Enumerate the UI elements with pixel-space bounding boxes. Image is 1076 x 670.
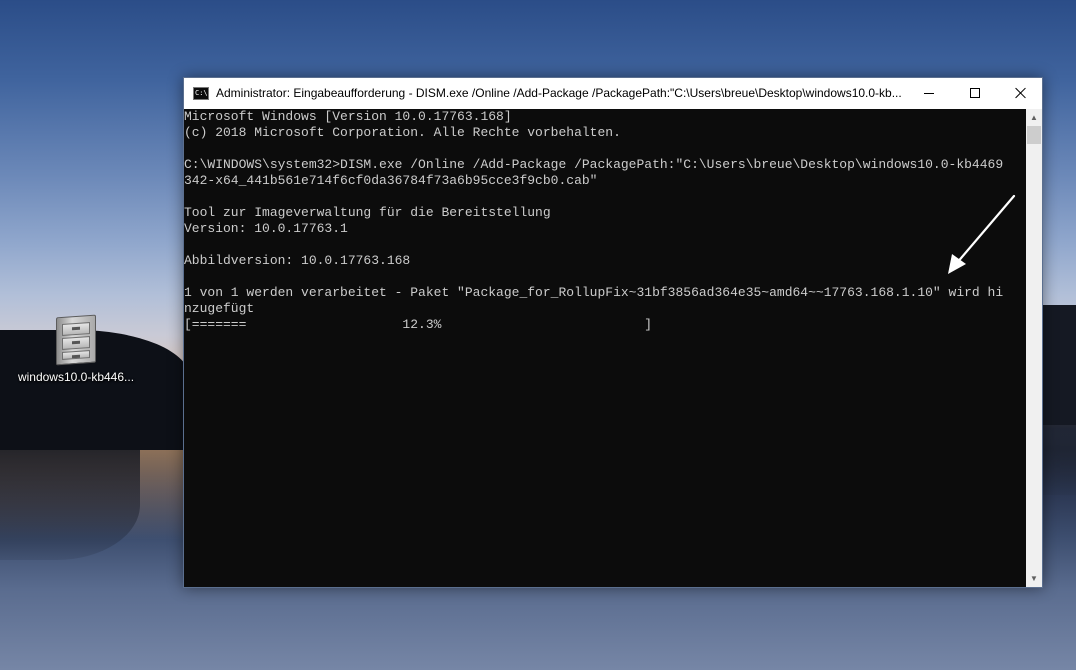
console-line: Version: 10.0.17763.1 (184, 221, 348, 236)
cabinet-drawer (62, 350, 90, 360)
treeline-left-reflection (0, 450, 140, 560)
vertical-scrollbar[interactable]: ▲ ▼ (1026, 109, 1042, 587)
close-icon (1015, 87, 1027, 99)
arrow-shaft (954, 194, 1016, 266)
close-button[interactable] (998, 78, 1044, 109)
desktop-icon-label: windows10.0-kb446... (17, 370, 135, 384)
console-output[interactable]: Microsoft Windows [Version 10.0.17763.16… (184, 109, 1026, 587)
cmd-icon[interactable]: C:\ (193, 87, 209, 100)
minimize-icon (924, 93, 934, 94)
scroll-thumb[interactable] (1027, 126, 1041, 144)
console-line: Microsoft Windows [Version 10.0.17763.16… (184, 109, 512, 124)
window-titlebar[interactable]: C:\ Administrator: Eingabeaufforderung -… (184, 78, 1042, 109)
file-cabinet-icon (56, 314, 96, 366)
desktop-icon-cab-file[interactable]: windows10.0-kb446... (14, 312, 138, 386)
console-line: Abbildversion: 10.0.17763.168 (184, 253, 411, 268)
console-line: nzugefügt (184, 301, 255, 316)
console-lines: Microsoft Windows [Version 10.0.17763.16… (184, 109, 1026, 333)
window-title: Administrator: Eingabeaufforderung - DIS… (216, 86, 902, 100)
console-line: 342-x64_441b561e714f6cf0da36784f73a6b95c… (184, 173, 598, 188)
maximize-icon (970, 88, 980, 98)
console-line: (c) 2018 Microsoft Corporation. Alle Rec… (184, 125, 621, 140)
command-prompt-window[interactable]: C:\ Administrator: Eingabeaufforderung -… (183, 77, 1043, 588)
arrow-pointer-icon (948, 194, 1016, 274)
console-line: Tool zur Imageverwaltung für die Bereits… (184, 205, 551, 220)
cabinet-drawer (62, 336, 90, 350)
scroll-up-arrow-icon[interactable]: ▲ (1026, 109, 1042, 126)
cabinet-drawer (62, 322, 90, 336)
console-line: C:\WINDOWS\system32>DISM.exe /Online /Ad… (184, 157, 1004, 172)
maximize-button[interactable] (952, 78, 998, 109)
scroll-down-arrow-icon[interactable]: ▼ (1026, 570, 1042, 587)
console-line: 1 von 1 werden verarbeitet - Paket "Pack… (184, 285, 1004, 300)
progress-line: [======= 12.3% ] (184, 317, 653, 332)
minimize-button[interactable] (906, 78, 952, 109)
